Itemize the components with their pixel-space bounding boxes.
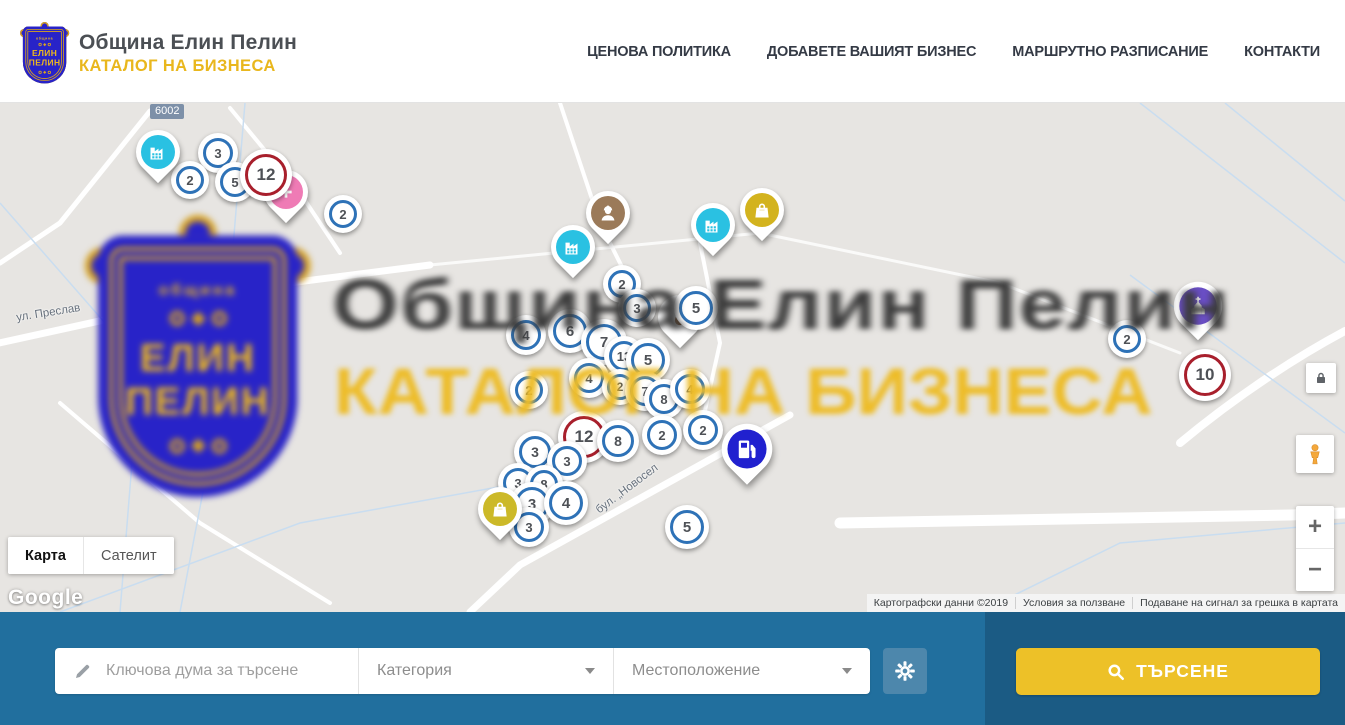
crest-ornament xyxy=(38,71,51,74)
terms-of-use-link[interactable]: Условия за ползване xyxy=(1015,597,1132,609)
advanced-search-settings-button[interactable] xyxy=(883,648,927,694)
map-pin-factory[interactable] xyxy=(551,225,595,269)
lock-scroll-control[interactable] xyxy=(1306,363,1336,393)
search-button[interactable]: ТЪРСЕНЕ xyxy=(1016,648,1320,695)
map-pin-bag[interactable] xyxy=(478,487,522,531)
map-pin-factory[interactable] xyxy=(691,203,735,247)
category-select[interactable]: Категория xyxy=(358,648,613,694)
map-data-copyright: Картографски данни ©2019 xyxy=(867,597,1015,609)
map-attribution: Картографски данни ©2019 Условия за полз… xyxy=(867,594,1345,612)
main-nav: ЦЕНОВА ПОЛИТИКА ДОБАВЕТЕ ВАШИЯТ БИЗНЕС М… xyxy=(587,0,1320,103)
map-cluster-marker[interactable]: 8 xyxy=(597,420,639,462)
map-cluster-marker[interactable]: 10 xyxy=(1179,349,1231,401)
map-cluster-marker[interactable]: 4 xyxy=(506,315,546,355)
map-cluster-marker[interactable]: 2 xyxy=(510,371,548,409)
site-logo[interactable]: община ЕЛИН ПЕЛИН Община Елин Пелин КАТА… xyxy=(20,22,297,84)
search-bar: Категория Местоположение xyxy=(0,612,1345,725)
page: община ЕЛИН ПЕЛИН Община Елин Пелин КАТА… xyxy=(0,0,1345,725)
satellite-view-button[interactable]: Сателит xyxy=(83,537,174,574)
search-field-group: Категория Местоположение xyxy=(55,648,870,694)
lock-icon xyxy=(1313,370,1329,386)
site-subtitle: КАТАЛОГ НА БИЗНЕСА xyxy=(79,57,297,76)
search-button-label: ТЪРСЕНЕ xyxy=(1136,661,1229,682)
pencil-icon xyxy=(73,662,92,681)
zoom-out-button[interactable]: − xyxy=(1296,549,1334,591)
location-select[interactable]: Местоположение xyxy=(613,648,870,694)
site-title: Община Елин Пелин xyxy=(79,31,297,55)
map-cluster-marker[interactable]: 2 xyxy=(683,410,723,450)
keyword-search-input[interactable] xyxy=(106,662,346,680)
report-map-error-link[interactable]: Подаване на сигнал за грешка в картата xyxy=(1132,597,1345,609)
map-cluster-marker[interactable]: 5 xyxy=(665,505,709,549)
map-cluster-marker[interactable]: 2 xyxy=(324,195,362,233)
app-header: община ЕЛИН ПЕЛИН Община Елин Пелин КАТА… xyxy=(0,0,1345,103)
map-cluster-marker[interactable]: 12 xyxy=(240,149,292,201)
street-name-label: бул. „Новосел xyxy=(594,462,661,516)
chevron-down-icon xyxy=(842,668,852,674)
nav-item-add-business[interactable]: ДОБАВЕТЕ ВАШИЯТ БИЗНЕС xyxy=(767,44,976,60)
map-pin-fuel[interactable] xyxy=(722,424,773,475)
map-pin-church[interactable] xyxy=(1174,282,1222,330)
street-view-pegman[interactable] xyxy=(1296,435,1334,473)
map-cluster-marker[interactable]: 2 xyxy=(1108,320,1146,358)
keyword-field-section xyxy=(55,648,358,694)
map-type-control: Карта Сателит xyxy=(8,537,174,574)
street-name-label: ул. Преслав xyxy=(15,302,81,324)
crest-shield: община ЕЛИН ПЕЛИН xyxy=(23,27,66,84)
search-icon xyxy=(1107,663,1125,681)
road-number-shield: 6002 xyxy=(150,104,184,119)
map-cluster-marker[interactable]: 5 xyxy=(674,286,718,330)
map-cluster-marker[interactable]: 2 xyxy=(642,415,682,455)
nav-item-timetable[interactable]: МАРШРУТНО РАЗПИСАНИЕ xyxy=(1012,44,1208,60)
map-cluster-marker[interactable]: 3 xyxy=(618,289,656,327)
municipality-crest-logo: община ЕЛИН ПЕЛИН xyxy=(20,22,70,84)
crest-name-line2: ПЕЛИН xyxy=(29,58,61,67)
category-select-value: Категория xyxy=(377,662,452,680)
gear-icon xyxy=(894,660,916,682)
crest-ornament xyxy=(38,43,51,46)
chevron-down-icon xyxy=(585,668,595,674)
google-logo[interactable]: Google xyxy=(8,586,83,610)
map-view-button[interactable]: Карта xyxy=(8,537,83,574)
google-map[interactable]: 3251222352467135242784128223338343510600… xyxy=(0,103,1345,612)
map-pin-bag[interactable] xyxy=(740,188,784,232)
location-select-value: Местоположение xyxy=(632,662,760,680)
logo-text: Община Елин Пелин КАТАЛОГ НА БИЗНЕСА xyxy=(79,31,297,76)
crest-name-line1: ЕЛИН xyxy=(32,49,57,58)
map-cluster-marker[interactable]: 4 xyxy=(544,481,588,525)
map-cluster-marker[interactable]: 4 xyxy=(670,369,710,409)
nav-item-contacts[interactable]: КОНТАКТИ xyxy=(1244,44,1320,60)
zoom-control: + − xyxy=(1296,506,1334,591)
zoom-in-button[interactable]: + xyxy=(1296,507,1334,549)
map-pin-factory[interactable] xyxy=(136,130,180,174)
nav-item-pricing[interactable]: ЦЕНОВА ПОЛИТИКА xyxy=(587,44,731,60)
pegman-icon xyxy=(1304,443,1326,465)
crest-region-label: община xyxy=(36,36,53,40)
map-markers-layer: 3251222352467135242784128223338343510600… xyxy=(0,103,1345,612)
